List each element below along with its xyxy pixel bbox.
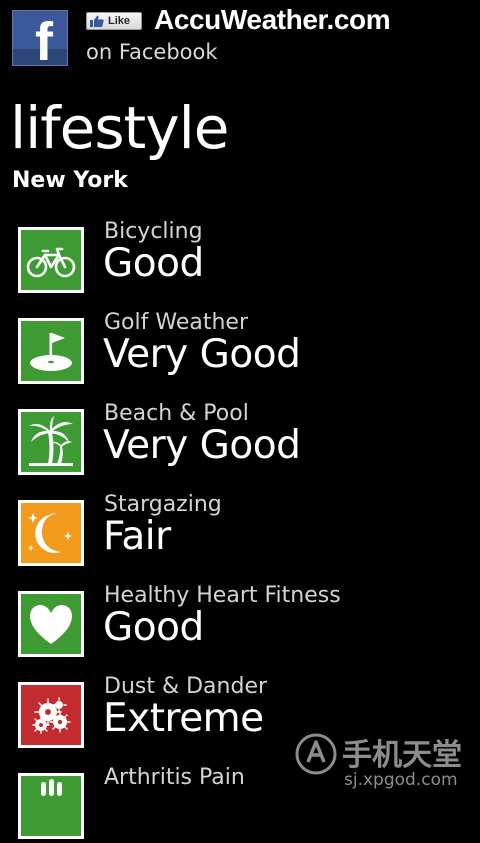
dust-icon <box>18 682 84 748</box>
list-item-stargazing[interactable]: Stargazing Fair <box>18 492 458 570</box>
watermark-text: 手机天堂 <box>342 738 462 773</box>
watermark: 手机天堂 sj.xpgod.com <box>294 730 474 794</box>
list-item-bicycling[interactable]: Bicycling Good <box>18 219 458 297</box>
item-rating: Fair <box>103 514 171 559</box>
item-rating: Good <box>103 241 204 286</box>
bicycle-icon <box>18 227 84 293</box>
watermark-logo-icon <box>295 733 337 775</box>
item-rating: Very Good <box>103 423 301 468</box>
list-item-healthy-heart-fitness[interactable]: Healthy Heart Fitness Good <box>18 583 458 661</box>
palm-tree-icon <box>18 409 84 475</box>
golf-flag-icon <box>18 318 84 384</box>
item-name: Arthritis Pain <box>104 765 245 790</box>
lifestyle-list: Bicycling Good Golf Weather Very Good Be… <box>0 0 480 839</box>
arthritis-icon <box>18 773 84 839</box>
list-item-golf-weather[interactable]: Golf Weather Very Good <box>18 310 458 388</box>
item-rating: Good <box>103 605 204 650</box>
watermark-url: sj.xpgod.com <box>344 770 458 790</box>
item-rating: Very Good <box>103 332 301 377</box>
item-rating: Extreme <box>103 696 264 741</box>
heart-icon <box>18 591 84 657</box>
moon-stars-icon <box>18 500 84 566</box>
list-item-beach-pool[interactable]: Beach & Pool Very Good <box>18 401 458 479</box>
